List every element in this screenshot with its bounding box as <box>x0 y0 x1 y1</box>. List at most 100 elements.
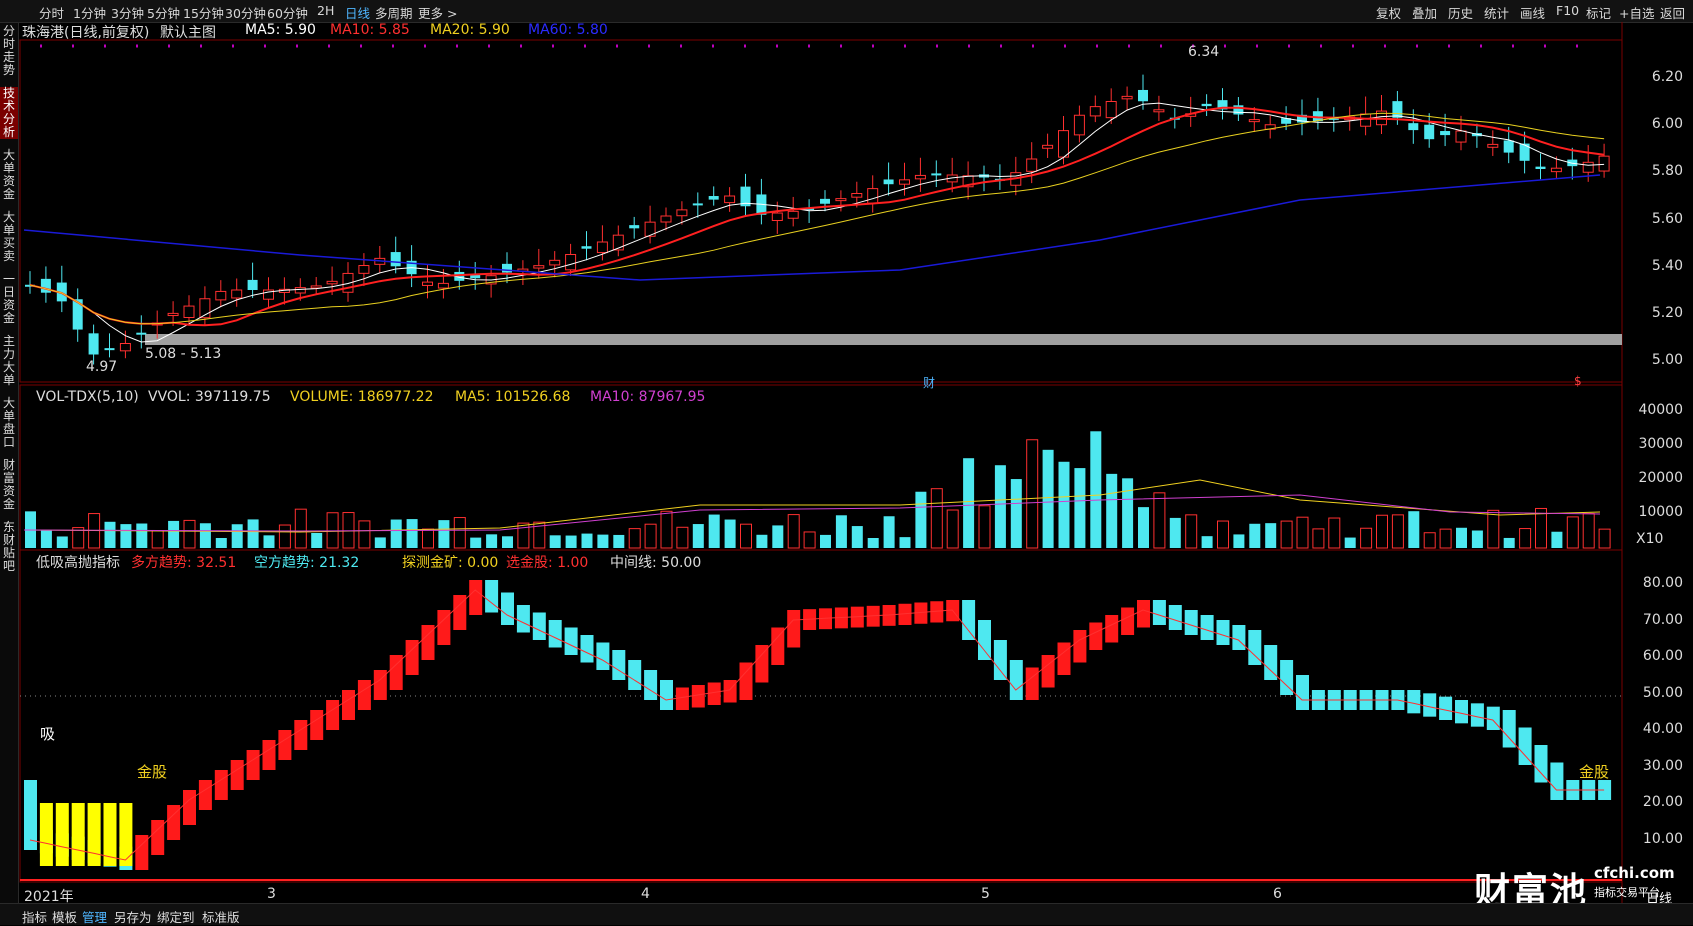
ind-bar <box>660 680 673 710</box>
price-tick: 5.60 <box>1651 211 1683 227</box>
vol-bar-down <box>549 535 561 548</box>
candle-down <box>931 173 942 176</box>
dividend-marker[interactable]: $ <box>1574 374 1582 388</box>
ind-bar <box>1423 693 1437 717</box>
xi-label: 吸 <box>40 725 56 743</box>
candle-up <box>549 259 561 266</box>
vol-bar-down <box>613 534 625 548</box>
candle-down <box>820 198 830 204</box>
ind-bar <box>978 620 991 660</box>
kline-chart[interactable] <box>0 0 1693 924</box>
ind-tick: 40.00 <box>1642 721 1683 737</box>
btab-muban[interactable]: 模板 <box>52 907 77 926</box>
btab-guanli[interactable]: 管理 <box>82 907 107 926</box>
candle-down <box>1201 103 1212 107</box>
ind-bar <box>1455 700 1468 724</box>
ind-bar <box>1534 745 1548 783</box>
ind-bar <box>1296 675 1309 710</box>
candle-up <box>1042 144 1054 149</box>
vol-bar-down <box>994 465 1006 548</box>
btab-bangding[interactable]: 绑定到 <box>157 907 195 926</box>
candle-down <box>390 252 401 267</box>
ind-bar <box>1486 706 1500 730</box>
chart-name[interactable]: 默认主图 <box>160 22 216 42</box>
vol-indicator-name[interactable]: VOL-TDX(5,10) <box>36 389 139 405</box>
ind-bar <box>1137 600 1150 628</box>
ind-bar <box>707 682 721 705</box>
vol-bar-down <box>1122 478 1134 548</box>
btab-biaozhun[interactable]: 标准版 <box>202 907 240 926</box>
btab-zhibiao[interactable]: 指标 <box>22 907 47 926</box>
vol-bar-down <box>1249 523 1261 548</box>
vol-bar-up <box>1566 516 1579 549</box>
vol-bar-up <box>1296 516 1309 549</box>
vol-bar-down <box>899 537 911 548</box>
ind-name[interactable]: 低吸高抛指标 <box>36 552 120 572</box>
ind-bar <box>214 770 228 800</box>
price-tick: 5.20 <box>1651 305 1683 321</box>
ind-bar <box>357 680 371 710</box>
vol-bar-down <box>438 520 450 548</box>
ind-bar <box>755 645 769 683</box>
high-price-label: 6.34 <box>1188 44 1220 60</box>
vol-bar-down <box>406 519 418 548</box>
ind-bar <box>373 670 387 700</box>
vol-bar-down <box>883 516 895 548</box>
vol-bar-down <box>1010 479 1022 548</box>
ind-bar <box>612 650 626 680</box>
ind-bar <box>183 790 196 825</box>
ind-pick: 选金股: 1.00 <box>506 555 589 571</box>
candle-down <box>629 225 640 229</box>
vol-tick: 30000 <box>1638 436 1683 452</box>
ind-bar <box>596 642 610 670</box>
vol-bar-down <box>168 520 180 548</box>
vol-tick: 10000 <box>1638 504 1683 520</box>
vol-bar-down <box>56 536 68 548</box>
price-tick: 6.00 <box>1651 116 1683 132</box>
vol-bar-down <box>1138 507 1149 548</box>
ma60-label: MA60: 5.80 <box>528 22 608 38</box>
panel-frame <box>19 549 1623 883</box>
ind-gold-bar <box>119 803 133 866</box>
vol-bar-down <box>390 519 402 548</box>
ind-bar <box>564 627 578 655</box>
ind-bar <box>1407 690 1421 714</box>
candle-up <box>1121 95 1133 100</box>
vol-bar-up <box>1423 532 1436 549</box>
finance-marker[interactable]: 财 <box>923 374 935 391</box>
candle-down <box>1138 89 1148 102</box>
vol-bar-down <box>215 537 227 548</box>
vol-bar-up <box>422 528 434 549</box>
bottom-toolbar: 指标 模板 管理 另存为 绑定到 标准版 <box>0 903 1693 925</box>
vol-ma10 <box>23 494 1601 532</box>
ind-bar <box>1550 762 1564 800</box>
vol-bar-down <box>708 514 720 548</box>
vol-bar-down <box>851 526 863 548</box>
x-month-5: 5 <box>981 886 990 902</box>
candle-down <box>1392 101 1403 118</box>
candle-up <box>1487 143 1499 148</box>
ind-bar <box>1439 696 1453 720</box>
candle-down <box>692 203 703 206</box>
vol-bar-up <box>183 519 196 549</box>
candle-up <box>914 174 926 180</box>
volume-label: VOLUME: 186977.22 <box>290 389 434 405</box>
ind-gold-bar <box>87 803 101 866</box>
candle-up <box>1455 130 1467 143</box>
vol-bar-down <box>247 519 259 548</box>
ind-bar <box>993 640 1007 680</box>
ind-bar <box>1025 667 1039 700</box>
ma60-line <box>23 174 1601 281</box>
btab-lingcunwei[interactable]: 另存为 <box>114 907 152 926</box>
vol-bar-up <box>453 517 466 549</box>
vol-bar-up <box>1026 439 1039 549</box>
candle-up <box>851 193 863 198</box>
vol-bar-down <box>1058 461 1070 548</box>
vol-bar-up <box>1598 528 1611 549</box>
ind-bar <box>787 610 801 648</box>
vol-bar-up <box>930 488 943 549</box>
vol-bar-down <box>1408 511 1420 548</box>
candle-down <box>1424 124 1435 140</box>
vol-bar-down <box>1169 517 1181 548</box>
vol-bar-up <box>1280 520 1293 549</box>
